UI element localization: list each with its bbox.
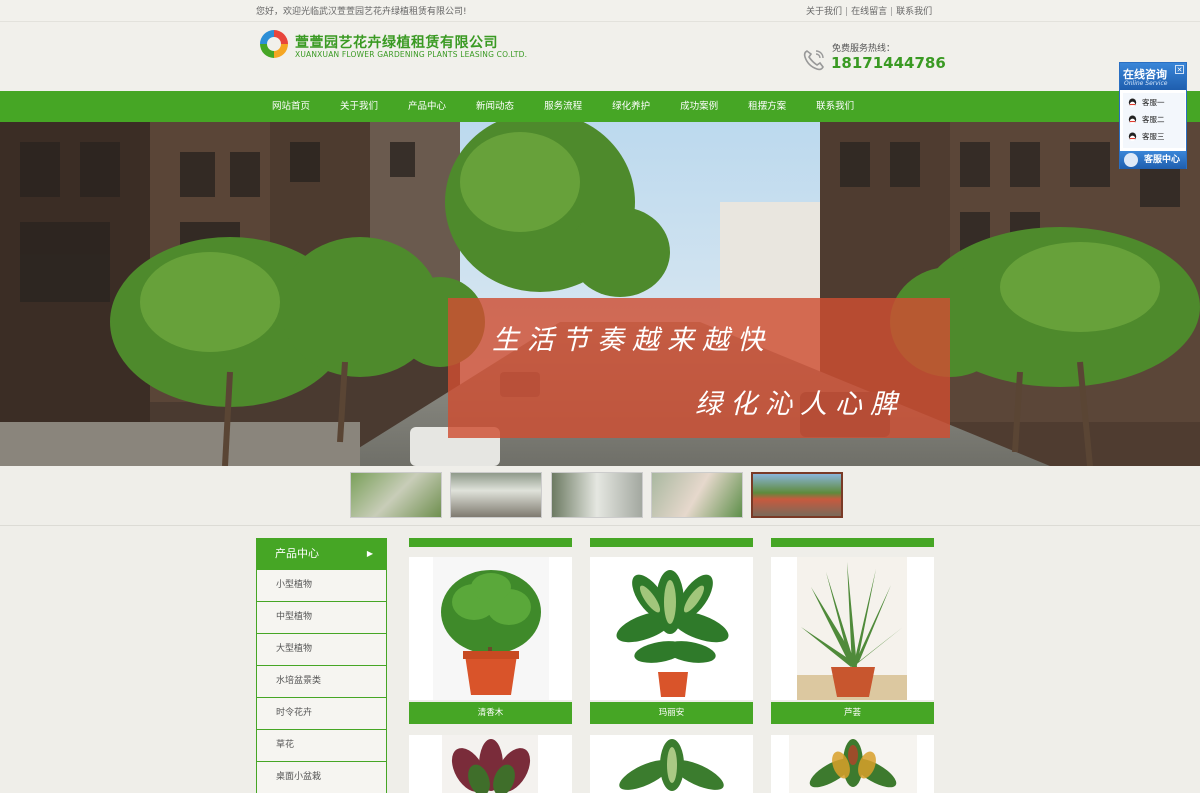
slogan-line-1: 生活节奏越来越快 <box>492 325 772 356</box>
online-service-list: 客服一 客服二 客服三 <box>1123 93 1185 148</box>
service-agent-label: 客服二 <box>1142 115 1165 124</box>
qq-icon <box>1128 97 1137 107</box>
sidebar-title: 产品中心 <box>275 547 319 560</box>
nav-item-process[interactable]: 服务流程 <box>529 91 597 122</box>
product-caption[interactable]: 玛丽安 <box>590 702 753 724</box>
nav-item-products[interactable]: 产品中心 <box>393 91 461 122</box>
product-image <box>600 735 744 793</box>
online-service-subtitle: Online Service <box>1124 80 1168 87</box>
product-card[interactable] <box>590 735 753 793</box>
banner-thumbnail-1[interactable] <box>350 472 442 518</box>
top-link-about[interactable]: 关于我们 <box>806 7 842 17</box>
headset-icon <box>1124 153 1138 167</box>
hero-banner[interactable] <box>0 122 1200 466</box>
online-service-header: 在线咨询 Online Service ✕ <box>1120 63 1186 90</box>
nav-item-about[interactable]: 关于我们 <box>325 91 393 122</box>
top-links: 关于我们 | 在线留言 | 联系我们 <box>806 7 933 17</box>
slogan-line-2: 绿化沁人心脾 <box>695 389 905 420</box>
product-card[interactable] <box>771 735 934 793</box>
banner-thumbnail-5[interactable] <box>751 472 843 518</box>
welcome-text: 您好，欢迎光临武汉萱萱园艺花卉绿植租赁有限公司! <box>256 7 467 17</box>
product-image <box>797 557 907 700</box>
nav-item-cases[interactable]: 成功案例 <box>665 91 733 122</box>
product-caption-bar <box>590 538 753 547</box>
qq-icon <box>1128 114 1137 124</box>
qq-icon <box>1128 131 1137 141</box>
product-card[interactable] <box>409 557 572 700</box>
sidebar-item-desktop-bonsai[interactable]: 桌面小盆栽 <box>256 762 387 793</box>
sidebar-item-small-plants[interactable]: 小型植物 <box>256 570 387 602</box>
product-image <box>442 735 538 793</box>
company-name: 萱萱园艺花卉绿植租赁有限公司 <box>295 35 498 51</box>
nav-item-home[interactable]: 网站首页 <box>256 91 325 122</box>
sidebar-item-large-plants[interactable]: 大型植物 <box>256 634 387 666</box>
company-name-en: XUANXUAN FLOWER GARDENING PLANTS LEASING… <box>295 50 528 59</box>
phone-icon <box>803 50 824 71</box>
hotline-label: 免费服务热线： <box>832 44 896 54</box>
product-caption-bar <box>409 538 572 547</box>
top-link-message[interactable]: 在线留言 <box>851 7 887 17</box>
product-card[interactable] <box>409 735 572 793</box>
product-caption-bar <box>771 538 934 547</box>
service-agent-3[interactable]: 客服三 <box>1127 131 1165 145</box>
service-agent-label: 客服三 <box>1142 132 1165 141</box>
sidebar-item-herbaceous-flowers[interactable]: 草花 <box>256 730 387 762</box>
nav-item-contact[interactable]: 联系我们 <box>801 91 869 122</box>
section-divider <box>0 525 1200 526</box>
product-card[interactable] <box>771 557 934 700</box>
banner-thumbnail-3[interactable] <box>551 472 643 518</box>
chevron-right-icon: ▶ <box>366 549 373 558</box>
service-center-button[interactable]: 客服中心 <box>1120 151 1186 169</box>
service-agent-2[interactable]: 客服二 <box>1127 114 1165 128</box>
service-center-label: 客服中心 <box>1144 155 1181 165</box>
site-header <box>0 22 1200 91</box>
nav-item-news[interactable]: 新闻动态 <box>461 91 529 122</box>
nav-item-rental[interactable]: 租摆方案 <box>733 91 801 122</box>
sidebar-header[interactable]: 产品中心 ▶ <box>256 538 387 570</box>
service-agent-1[interactable]: 客服一 <box>1127 97 1165 111</box>
company-logo-icon[interactable] <box>257 27 291 61</box>
product-card[interactable] <box>590 557 753 700</box>
service-agent-label: 客服一 <box>1142 98 1165 107</box>
top-link-contact[interactable]: 联系我们 <box>896 7 932 17</box>
sidebar-item-hydroponic[interactable]: 水培盆景类 <box>256 666 387 698</box>
nav-item-maintenance[interactable]: 绿化养护 <box>597 91 665 122</box>
top-bar: 您好，欢迎光临武汉萱萱园艺花卉绿植租赁有限公司! 关于我们 | 在线留言 | 联系我们 <box>0 0 1200 22</box>
product-caption[interactable]: 芦荟 <box>771 702 934 724</box>
product-image <box>600 557 744 700</box>
banner-thumbnail-2[interactable] <box>450 472 542 518</box>
close-icon[interactable]: ✕ <box>1175 65 1184 74</box>
main-nav: 网站首页 关于我们 产品中心 新闻动态 服务流程 绿化养护 成功案例 租摆方案 … <box>0 91 1200 122</box>
sidebar-item-medium-plants[interactable]: 中型植物 <box>256 602 387 634</box>
product-image <box>433 557 549 700</box>
hotline-number: 18171444786 <box>831 54 946 72</box>
sidebar-item-seasonal-flowers[interactable]: 时令花卉 <box>256 698 387 730</box>
online-service-widget: 在线咨询 Online Service ✕ 客服一 客服二 客服三 客服中心 <box>1119 62 1187 169</box>
product-caption[interactable]: 清香木 <box>409 702 572 724</box>
banner-thumbnail-4[interactable] <box>651 472 743 518</box>
product-image <box>789 735 917 793</box>
